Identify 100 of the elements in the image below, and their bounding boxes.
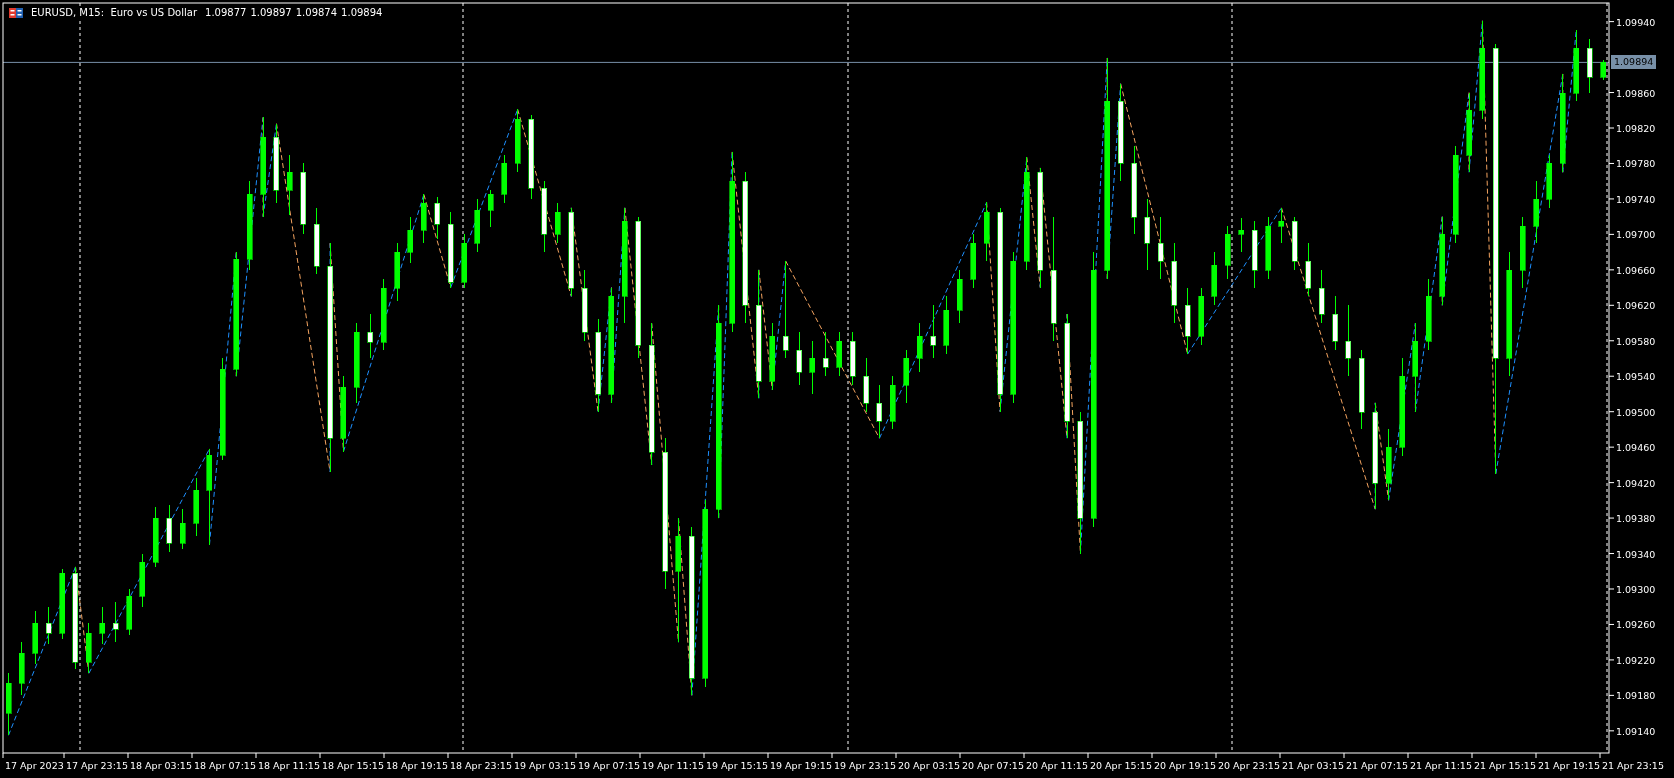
candlestick — [72, 566, 79, 670]
candlestick — [662, 437, 668, 590]
candlestick — [488, 189, 494, 228]
candlestick — [220, 357, 226, 461]
candlestick — [1573, 29, 1579, 102]
candlestick — [675, 517, 682, 643]
candlestick — [1091, 251, 1097, 528]
candlestick — [635, 216, 642, 359]
ohlc-price: 1.09894 — [341, 7, 383, 18]
candlestick — [32, 610, 39, 665]
time-axis-label: 18 Apr 03:15 — [130, 760, 192, 771]
candlestick — [1104, 57, 1111, 280]
candlestick — [1265, 216, 1271, 280]
time-axis-label: 20 Apr 03:15 — [898, 760, 960, 771]
candlestick — [86, 622, 92, 674]
candlestick — [1466, 92, 1472, 173]
candlestick — [367, 313, 374, 359]
time-axis-label: 18 Apr 11:15 — [258, 760, 320, 771]
candlestick — [246, 180, 253, 271]
candlestick — [126, 588, 132, 636]
candlestick — [1493, 43, 1499, 475]
candlestick — [1131, 145, 1137, 235]
candlestick — [1426, 278, 1432, 351]
price-axis-label: 1.09420 — [1616, 477, 1656, 489]
time-axis-label: 20 Apr 23:15 — [1218, 760, 1280, 771]
candlestick — [99, 606, 106, 645]
candlestick — [1251, 220, 1258, 289]
candlestick — [1546, 154, 1553, 209]
candlestick — [313, 207, 320, 275]
time-axis-label: 17 Apr 2023 — [5, 760, 64, 771]
candlestick — [233, 251, 240, 377]
candlestick — [193, 477, 199, 537]
price-axis-label: 1.09940 — [1616, 16, 1656, 28]
candlestick — [273, 123, 280, 204]
candlestick — [434, 196, 441, 240]
candlestick — [112, 601, 119, 643]
price-axis-label: 1.09140 — [1616, 725, 1656, 737]
price-axis-label: 1.09500 — [1616, 406, 1656, 418]
candlestick — [354, 322, 360, 404]
candlestick — [742, 171, 749, 324]
candlestick — [1077, 411, 1084, 555]
price-axis-label: 1.09460 — [1616, 442, 1656, 454]
candlestick — [943, 295, 950, 355]
candlestick — [1519, 216, 1526, 289]
candlestick — [769, 322, 776, 391]
price-axis-label: 1.09740 — [1616, 193, 1656, 205]
time-axis-label: 20 Apr 07:15 — [962, 760, 1024, 771]
candlestick — [407, 216, 414, 264]
candlestick — [153, 506, 159, 568]
candlestick — [581, 269, 588, 342]
candlestick — [715, 304, 722, 519]
price-axis-label: 1.09340 — [1616, 548, 1656, 560]
candlestick — [1452, 145, 1459, 244]
candlestick — [1412, 322, 1419, 413]
candlestick — [957, 269, 963, 324]
price-axis-label: 1.09180 — [1616, 690, 1656, 702]
candlestick — [179, 508, 186, 550]
price-axis-label: 1.09380 — [1616, 513, 1656, 525]
candlestick — [260, 116, 266, 218]
price-axis-label: 1.09260 — [1616, 619, 1656, 631]
candlestick — [1184, 287, 1191, 355]
candlestick — [997, 207, 1003, 413]
candlestick — [1211, 251, 1218, 306]
time-axis-label: 21 Apr 03:15 — [1282, 760, 1344, 771]
price-axis-label: 1.09620 — [1616, 300, 1656, 312]
price-axis-label: 1.09580 — [1616, 335, 1656, 347]
candlestick — [1399, 357, 1405, 457]
candlestick — [983, 201, 990, 262]
candlestick — [916, 322, 923, 373]
candlestick — [648, 322, 655, 466]
price-axis-label: 1.09780 — [1616, 158, 1656, 170]
candlestick — [1198, 287, 1204, 346]
candlestick — [380, 278, 387, 351]
candlestick — [1600, 59, 1606, 81]
candlestick — [1024, 156, 1030, 271]
candlestick — [595, 318, 601, 413]
symbol-icon — [9, 7, 23, 18]
price-axis-label: 1.09820 — [1616, 123, 1656, 134]
time-axis-label: 17 Apr 23:15 — [66, 760, 128, 771]
candlestick — [327, 242, 333, 473]
candlestick — [340, 375, 347, 453]
candlestick — [796, 331, 802, 386]
price-axis-label: 1.09860 — [1616, 87, 1656, 99]
time-axis-label: 19 Apr 19:15 — [770, 760, 832, 771]
ohlc-price: 1.09877 — [205, 7, 247, 18]
candlestick — [1533, 180, 1539, 244]
candlestick — [1010, 251, 1017, 404]
candlestick — [166, 504, 173, 553]
candlestick — [823, 331, 829, 377]
price-axis-label: 1.09300 — [1616, 584, 1656, 595]
candlestick — [1560, 73, 1566, 173]
candlestick — [970, 233, 977, 289]
candlestick — [729, 151, 735, 333]
candlestick — [836, 331, 843, 377]
candlestick — [287, 154, 293, 216]
time-axis-label: 18 Apr 23:15 — [450, 760, 512, 771]
chart-title: EURUSD, M15: Euro vs US Dollar — [31, 7, 197, 18]
candlestick — [1305, 242, 1312, 297]
candlestick — [1332, 295, 1338, 351]
candlestick — [1385, 428, 1392, 501]
